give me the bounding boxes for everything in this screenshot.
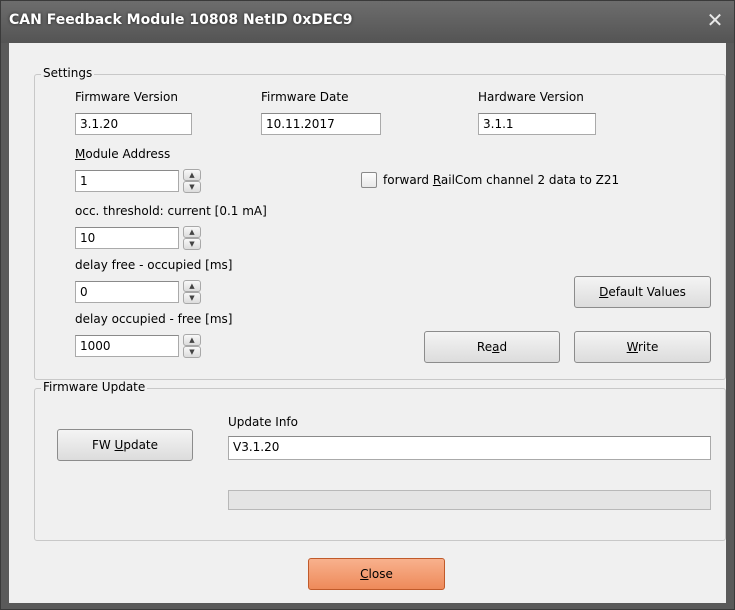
update-info-field[interactable]: V3.1.20 [228,436,711,460]
firmware-date-label: Firmware Date [261,90,349,104]
occ-threshold-input[interactable]: 10 [75,227,179,249]
dialog-client-area: Settings Firmware Version 3.1.20 Firmwar… [9,43,726,603]
window-title: CAN Feedback Module 10808 NetID 0xDEC9 [9,12,353,28]
spin-down-icon[interactable]: ▼ [183,238,201,250]
delay-free-occupied-stepper[interactable]: ▲ ▼ [183,280,201,304]
module-address-input[interactable]: 1 [75,170,179,192]
delay-free-occupied-input[interactable]: 0 [75,281,179,303]
firmware-update-group: Firmware Update FW Update Update Info V3… [34,380,726,541]
spin-up-icon[interactable]: ▲ [183,169,201,181]
update-progress-bar [228,490,711,510]
spin-down-icon[interactable]: ▼ [183,181,201,193]
spin-up-icon[interactable]: ▲ [183,334,201,346]
fw-update-button[interactable]: FW Update [57,429,193,461]
railcom-forward-label[interactable]: forward RailCom channel 2 data to Z21 [383,173,619,187]
hardware-version-field[interactable]: 3.1.1 [478,113,596,135]
close-button[interactable]: Close [308,558,445,590]
spin-down-icon[interactable]: ▼ [183,346,201,358]
occ-threshold-stepper[interactable]: ▲ ▼ [183,226,201,250]
spin-up-icon[interactable]: ▲ [183,280,201,292]
default-values-button[interactable]: Default Values [574,276,711,308]
dialog-window: CAN Feedback Module 10808 NetID 0xDEC9 ✕… [0,0,735,610]
delay-occupied-free-input[interactable]: 1000 [75,335,179,357]
delay-occupied-free-label: delay occupied - free [ms] [75,312,233,326]
spin-up-icon[interactable]: ▲ [183,226,201,238]
close-icon[interactable]: ✕ [704,9,726,31]
write-button[interactable]: Write [574,331,711,363]
update-info-label: Update Info [228,415,298,429]
delay-occupied-free-stepper[interactable]: ▲ ▼ [183,334,201,358]
occ-threshold-label: occ. threshold: current [0.1 mA] [75,204,267,218]
delay-free-occupied-label: delay free - occupied [ms] [75,258,233,272]
firmware-update-legend: Firmware Update [41,380,148,394]
railcom-forward-checkbox[interactable] [361,172,377,188]
firmware-date-field[interactable]: 10.11.2017 [261,113,381,135]
firmware-version-field[interactable]: 3.1.20 [75,113,192,135]
title-bar[interactable]: CAN Feedback Module 10808 NetID 0xDEC9 ✕ [1,1,734,43]
module-address-label: Module Address [75,147,171,161]
read-button[interactable]: Read [424,331,560,363]
settings-legend: Settings [41,66,95,80]
module-address-stepper[interactable]: ▲ ▼ [183,169,201,193]
settings-group: Settings Firmware Version 3.1.20 Firmwar… [34,66,726,380]
firmware-version-label: Firmware Version [75,90,178,104]
hardware-version-label: Hardware Version [478,90,584,104]
spin-down-icon[interactable]: ▼ [183,292,201,304]
